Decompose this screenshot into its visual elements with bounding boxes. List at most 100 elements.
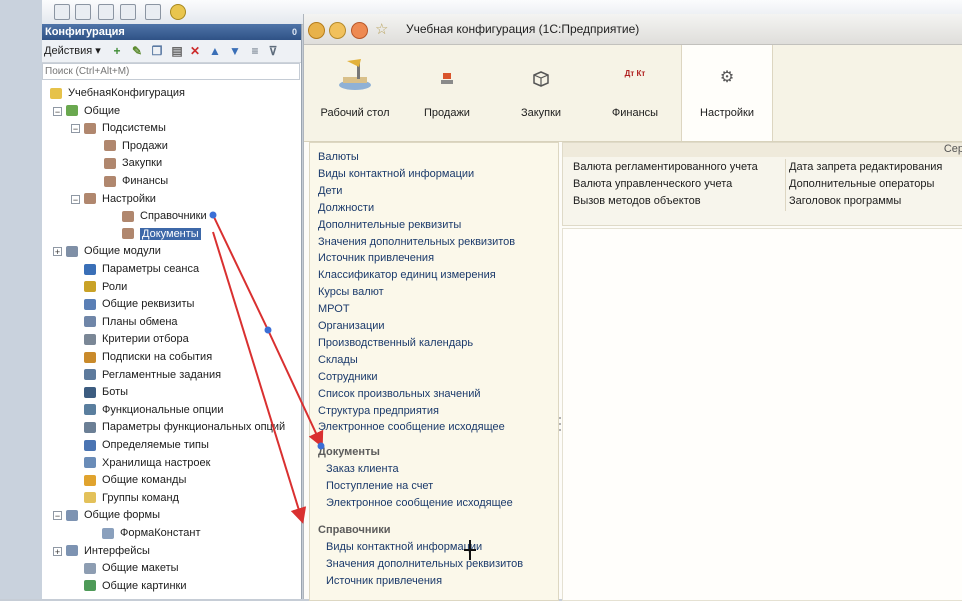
tree-item[interactable]: Общие модули xyxy=(66,243,161,260)
tree-item-label: Параметры сеанса xyxy=(102,263,200,275)
purchases-box-icon xyxy=(533,71,549,87)
nav-link[interactable]: Курсы валют xyxy=(318,286,384,298)
tree-item[interactable]: Общие xyxy=(66,103,120,120)
panel-link[interactable]: Вызов методов объектов xyxy=(573,195,701,207)
nav-link[interactable]: Дополнительные реквизиты xyxy=(318,219,461,231)
sort-icon[interactable]: ≡ xyxy=(248,44,262,58)
section-desktop[interactable]: Рабочий стол xyxy=(310,45,400,141)
nav-link[interactable]: Список произвольных значений xyxy=(318,388,481,400)
tree-item[interactable]: Закупки xyxy=(104,155,162,172)
history-icon[interactable] xyxy=(351,22,368,39)
nav-link[interactable]: Структура предприятия xyxy=(318,405,439,417)
delete-icon[interactable]: ✕ xyxy=(188,44,202,58)
move-up-icon[interactable]: ▲ xyxy=(208,44,222,58)
collapse-icon[interactable]: − xyxy=(71,124,80,134)
tree-item[interactable]: Определяемые типы xyxy=(84,437,209,454)
tree-item[interactable]: Общие формы xyxy=(66,507,160,524)
tree-item[interactable]: Критерии отбора xyxy=(84,331,189,348)
nav-link[interactable]: Заказ клиента xyxy=(326,463,399,475)
toolbar-button[interactable] xyxy=(145,4,161,20)
tree-item[interactable]: Финансы xyxy=(104,173,168,190)
nav-link[interactable]: Источник привлечения xyxy=(318,252,434,264)
config-search-input[interactable] xyxy=(42,63,300,80)
run-debug-icon[interactable] xyxy=(170,4,186,20)
bots-icon xyxy=(84,386,96,398)
tree-item[interactable]: УчебнаяКонфигурация xyxy=(50,85,185,102)
nav-link[interactable]: Виды контактной информации xyxy=(318,168,474,180)
tree-item[interactable]: Общие макеты xyxy=(84,560,179,577)
nav-link[interactable]: Производственный календарь xyxy=(318,337,473,349)
nav-link[interactable]: Склады xyxy=(318,354,358,366)
nav-link[interactable]: Дети xyxy=(318,185,342,197)
toolbar-button[interactable] xyxy=(120,4,136,20)
tree-item[interactable]: Группы команд xyxy=(84,490,179,507)
collapse-icon[interactable]: − xyxy=(53,511,62,521)
tree-item[interactable]: Общие команды xyxy=(84,472,186,489)
tree-item[interactable]: Интерфейсы xyxy=(66,543,150,560)
nav-link[interactable]: Источник привлечения xyxy=(326,575,442,587)
nav-link[interactable]: Значения дополнительных реквизитов xyxy=(318,236,515,248)
panel-link[interactable]: Валюта управленческого учета xyxy=(573,178,732,190)
nav-link[interactable]: Классификатор единиц измерения xyxy=(318,269,496,281)
nav-link[interactable]: Значения дополнительных реквизитов xyxy=(326,558,523,570)
section-sales[interactable]: Продажи xyxy=(402,45,492,141)
section-purchases[interactable]: Закупки xyxy=(496,45,586,141)
panel-link[interactable]: Дата запрета редактирования xyxy=(789,161,942,173)
tree-item-label: Общие модули xyxy=(84,245,161,258)
panel-link[interactable]: Валюта регламентированного учета xyxy=(573,161,758,173)
toolbar-button[interactable] xyxy=(75,4,91,20)
app-logo-icon[interactable] xyxy=(308,22,325,39)
nav-link[interactable]: Виды контактной информации xyxy=(326,541,482,553)
panel-link[interactable]: Дополнительные операторы xyxy=(789,178,934,190)
tree-item[interactable]: Документы xyxy=(122,226,201,243)
nav-link[interactable]: Валюты xyxy=(318,151,359,163)
tree-item[interactable]: Боты xyxy=(84,384,128,401)
copy-icon[interactable]: ❐ xyxy=(150,44,164,58)
nav-link[interactable]: Электронное сообщение исходящее xyxy=(326,497,513,509)
tree-item[interactable]: Настройки xyxy=(84,191,156,208)
event-subscriptions-icon xyxy=(84,351,96,363)
toolbar-button[interactable] xyxy=(54,4,70,20)
tree-item[interactable]: Хранилища настроек xyxy=(84,455,210,472)
tree-item[interactable]: Параметры сеанса xyxy=(84,261,199,278)
actions-panel: Сер Валюта регламентированного учета Валю… xyxy=(562,142,962,226)
panel-link[interactable]: Заголовок программы xyxy=(789,195,901,207)
collapse-icon[interactable]: − xyxy=(71,194,80,204)
tree-item[interactable]: Функциональные опции xyxy=(84,402,223,419)
tree-item[interactable]: Подписки на события xyxy=(84,349,212,366)
favorites-star-icon[interactable]: ☆ xyxy=(375,20,388,38)
tree-item-label: Интерфейсы xyxy=(84,544,150,557)
nav-link[interactable]: Должности xyxy=(318,202,374,214)
close-icon[interactable]: 0 xyxy=(292,24,297,40)
view-icon[interactable]: ▤ xyxy=(170,44,184,58)
tree-item[interactable]: ФормаКонстант xyxy=(102,525,201,542)
nav-link[interactable]: Организации xyxy=(318,320,385,332)
tree-item[interactable]: Общие картинки xyxy=(84,578,187,595)
nav-link[interactable]: Электронное сообщение исходящее xyxy=(318,421,505,433)
toolbar-button[interactable] xyxy=(98,4,114,20)
edit-icon[interactable]: ✎ xyxy=(130,44,144,58)
expand-icon[interactable]: + xyxy=(53,546,62,556)
expand-icon[interactable]: + xyxy=(53,247,62,257)
collapse-icon[interactable]: − xyxy=(53,106,62,116)
nav-link[interactable]: Сотрудники xyxy=(318,371,378,383)
main-menu-icon[interactable] xyxy=(329,22,346,39)
tree-item[interactable]: Продажи xyxy=(104,138,168,155)
tree-item[interactable]: Роли xyxy=(84,279,127,296)
tree-item[interactable]: Планы обмена xyxy=(84,314,178,331)
move-down-icon[interactable]: ▼ xyxy=(228,44,242,58)
nav-link[interactable]: Поступление на счет xyxy=(326,480,433,492)
section-settings[interactable]: ⚙ Настройки xyxy=(681,45,773,141)
filter-icon[interactable]: ⊽ xyxy=(266,44,280,58)
add-icon[interactable]: + xyxy=(110,44,124,58)
nav-link[interactable]: МРОТ xyxy=(318,303,350,315)
tree-item[interactable]: Справочники xyxy=(122,208,207,225)
tree-item[interactable]: Общие реквизиты xyxy=(84,296,194,313)
tree-item-label: Справочники xyxy=(140,210,207,223)
tree-item[interactable]: Регламентные задания xyxy=(84,367,221,384)
modules-icon xyxy=(66,245,78,257)
actions-menu[interactable]: Действия ▾ xyxy=(44,44,101,57)
section-finance[interactable]: Дт Кт Финансы xyxy=(590,45,680,141)
tree-item[interactable]: Параметры функциональных опций xyxy=(84,419,285,436)
tree-item[interactable]: Подсистемы xyxy=(84,120,166,137)
